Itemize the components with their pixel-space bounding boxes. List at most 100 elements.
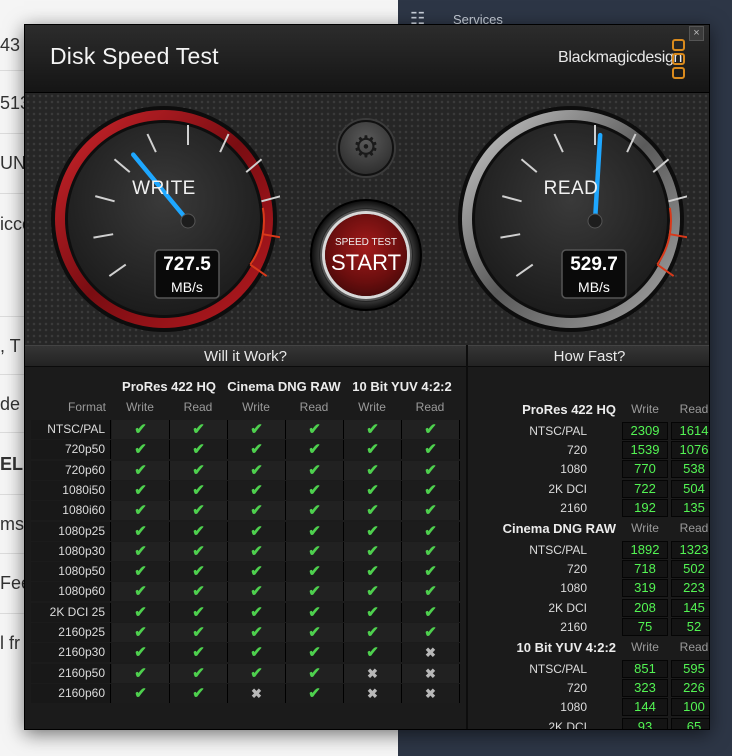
table-row: 1080i60 ✔ ✔ ✔ ✔ ✔ ✔ [31,501,460,521]
checkmark-icon: ✔ [192,563,205,581]
how-fast-table: ProRes 422 HQ Write Read NTSC/PAL 2309 1614 72… [468,367,709,730]
checkmark-icon: ✔ [192,461,205,479]
how-fast-row: 2K DCI 208 145 [468,598,709,618]
status-cell: ✔ [344,541,402,561]
title-bar[interactable]: Disk Speed Test Blackmagicdesign × [25,25,709,93]
column-header-write: Write [242,400,270,414]
checkmark-icon: ✔ [308,542,321,560]
status-cell: ✔ [112,460,170,480]
checkmark-icon: ✔ [308,563,321,581]
status-cell: ✔ [286,663,344,683]
checkmark-icon: ✔ [192,603,205,621]
status-cell: ✔ [112,480,170,500]
status-cell: ✔ [112,562,170,582]
checkmark-icon: ✔ [424,441,437,459]
status-cell: ✔ [112,643,170,663]
how-fast-row: 2160 75 52 [468,617,709,637]
checkmark-icon: ✔ [192,481,205,499]
format-label: 720p60 [31,460,111,480]
write-fps-value: 208 [622,598,668,617]
status-cell: ✖ [344,683,402,703]
checkmark-icon: ✔ [366,624,379,641]
start-button[interactable]: SPEED TEST START [310,199,422,311]
how-fast-write-header: Write [631,640,659,654]
read-fps-value: 100 [671,698,709,717]
status-cell: ✔ [402,501,460,521]
checkmark-icon: ✔ [366,481,379,499]
how-fast-group-title: 10 Bit YUV 4:2:2 [516,640,616,655]
how-fast-write-header: Write [631,402,659,416]
status-cell: ✔ [112,663,170,683]
status-cell: ✔ [402,602,460,622]
cross-icon: ✖ [251,685,262,701]
how-fast-read-header: Read [679,640,709,654]
how-fast-format-label: 2K DCI [548,719,587,730]
settings-button[interactable]: ⚙ [338,120,394,176]
checkmark-icon: ✔ [308,583,321,601]
status-cell: ✔ [344,643,402,663]
disk-speed-test-window: Disk Speed Test Blackmagicdesign × WRITE… [24,24,710,730]
how-fast-row: NTSC/PAL 851 595 [468,660,709,679]
table-row: 720p50 ✔ ✔ ✔ ✔ ✔ ✔ [31,440,460,460]
how-fast-read-header: Read [679,521,709,535]
how-fast-row: 2K DCI 93 65 [468,717,709,730]
how-fast-row: 1080 144 100 [468,698,709,717]
checkmark-icon: ✔ [134,522,147,540]
table-row: 720p60 ✔ ✔ ✔ ✔ ✔ ✔ [31,460,460,481]
status-cell: ✔ [286,562,344,582]
checkmark-icon: ✔ [250,583,263,601]
status-cell: ✔ [344,623,402,642]
status-cell: ✔ [402,521,460,541]
how-fast-format-label: 2K DCI [548,481,587,496]
status-cell: ✔ [286,643,344,663]
column-header-write: Write [358,400,386,414]
how-fast-format-label: 720 [566,443,587,458]
status-cell: ✔ [170,460,228,480]
how-fast-format-label: 1080 [560,700,587,715]
group-header-10bit-yuv: 10 Bit YUV 4:2:2 [352,379,452,394]
format-label: 1080i50 [31,480,111,500]
checkmark-icon: ✔ [424,481,437,499]
status-cell: ✔ [228,663,286,683]
checkmark-icon: ✔ [366,603,379,621]
format-label: 2160p60 [31,683,111,703]
status-cell: ✔ [402,541,460,561]
how-fast-format-label: 720 [566,681,587,696]
status-cell: ✔ [112,623,170,642]
column-header-write: Write [126,400,154,414]
write-fps-value: 1892 [622,541,668,559]
cross-icon: ✖ [367,665,378,681]
background-text: l fr [0,633,20,653]
checkmark-icon: ✔ [250,644,263,662]
status-cell: ✔ [112,501,170,521]
table-row: 1080p25 ✔ ✔ ✔ ✔ ✔ ✔ [31,521,460,542]
read-fps-value: 135 [671,498,709,517]
status-cell: ✔ [344,480,402,500]
checkmark-icon: ✔ [366,461,379,479]
start-button-face[interactable]: SPEED TEST START [325,214,407,296]
checkmark-icon: ✔ [134,542,147,560]
checkmark-icon: ✔ [424,583,437,601]
status-cell: ✔ [170,541,228,561]
checkmark-icon: ✔ [366,542,379,560]
start-button-label: START [330,250,402,275]
status-cell: ✖ [402,683,460,703]
checkmark-icon: ✔ [250,624,263,641]
checkmark-icon: ✔ [308,684,321,702]
status-cell: ✔ [228,582,286,602]
status-cell: ✔ [228,602,286,622]
close-button[interactable]: × [689,26,704,41]
how-fast-format-label: 2160 [560,500,587,515]
status-cell: ✖ [402,643,460,663]
format-label: 2K DCI 25 [31,602,111,622]
checkmark-icon: ✔ [308,522,321,540]
checkmark-icon: ✔ [308,664,321,682]
how-fast-read-header: Read [679,402,709,416]
checkmark-icon: ✔ [192,664,205,682]
write-fps-value: 93 [622,717,668,729]
table-row: 1080i50 ✔ ✔ ✔ ✔ ✔ ✔ [31,480,460,501]
checkmark-icon: ✔ [192,441,205,459]
checkmark-icon: ✔ [366,563,379,581]
checkmark-icon: ✔ [134,563,147,581]
write-fps-value: 323 [622,679,668,698]
